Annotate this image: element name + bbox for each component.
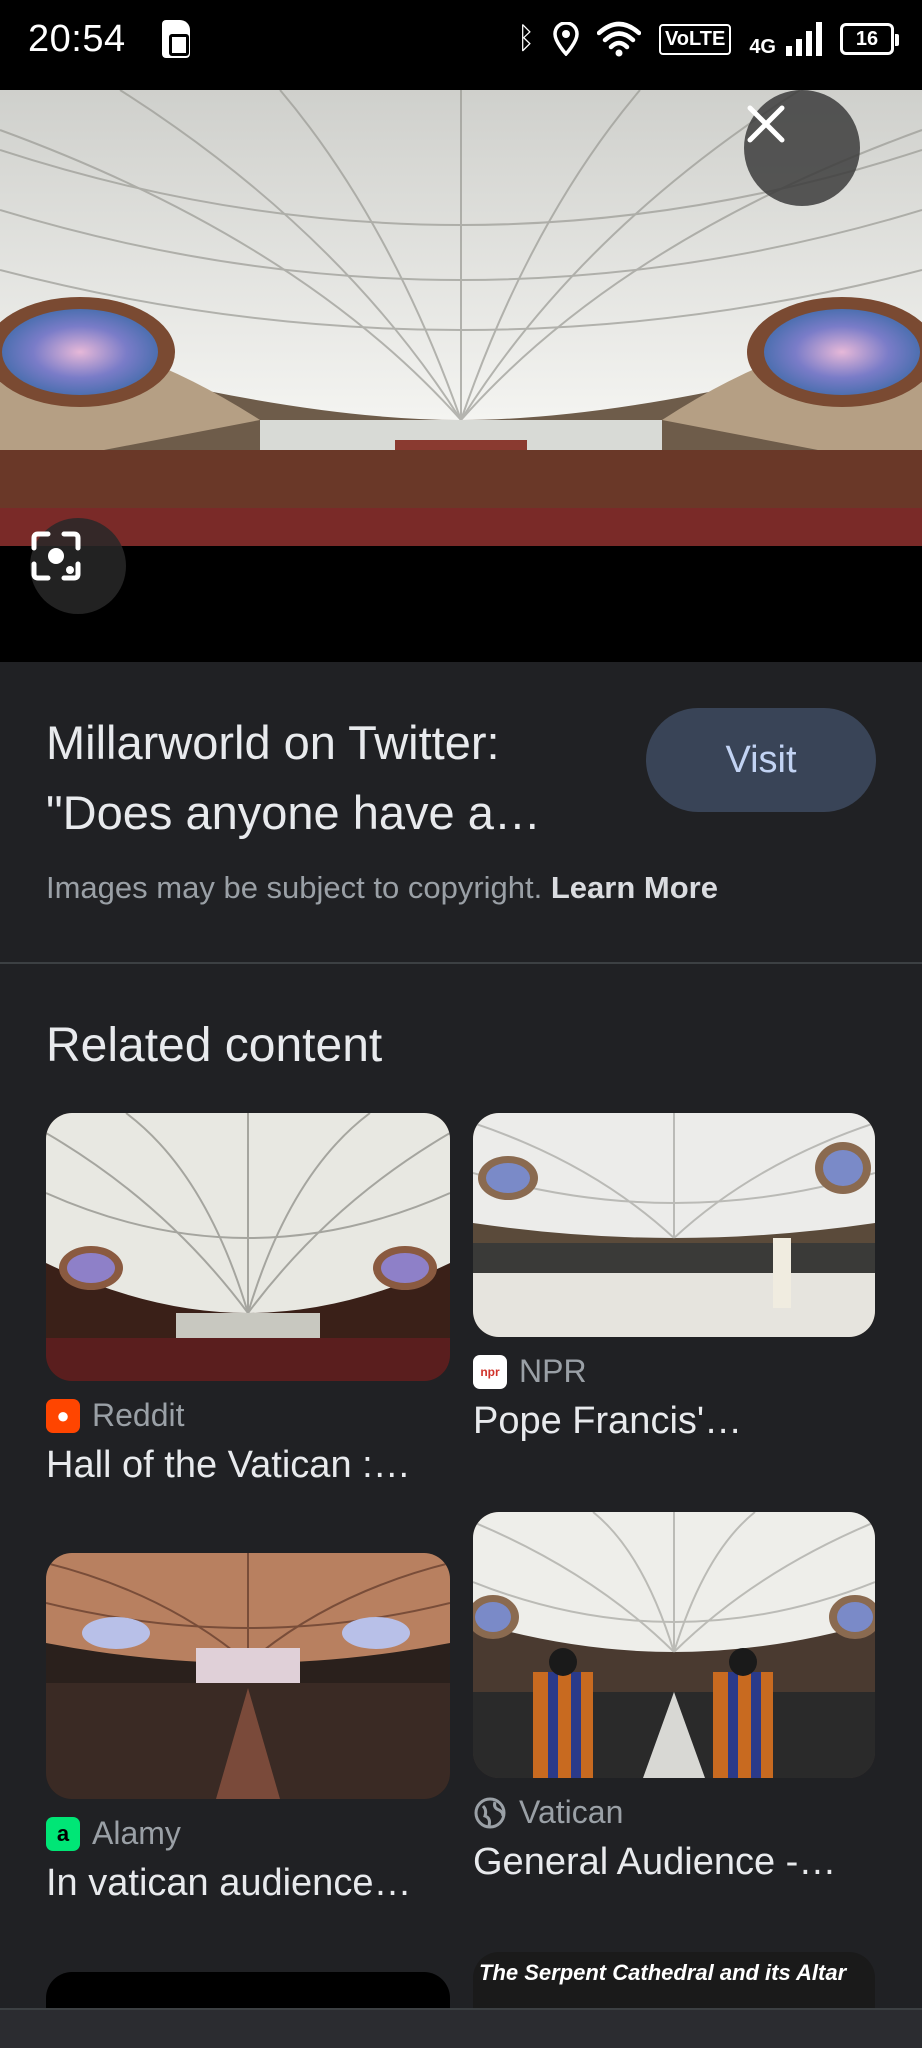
related-source: Vatican <box>473 1794 875 1831</box>
image-viewer <box>0 78 922 662</box>
related-card-alamy[interactable]: a Alamy In vatican audience… <box>46 1553 450 1905</box>
signal-icon <box>786 22 822 56</box>
copyright-notice: Images may be subject to copyright. Lear… <box>46 870 718 906</box>
related-card-npr[interactable]: npr NPR Pope Francis'… <box>473 1113 875 1443</box>
alamy-icon: a <box>46 1816 80 1851</box>
close-icon <box>747 105 785 143</box>
reddit-icon: ● <box>46 1398 80 1433</box>
npr-icon: npr <box>473 1354 507 1389</box>
bottom-navigation-bar <box>0 2008 922 2048</box>
status-bar: 20:54 ᛒ VoLTE 4G 16 <box>0 0 922 78</box>
related-card-partial-left[interactable] <box>46 1972 450 2012</box>
wifi-icon <box>596 21 641 57</box>
image-title[interactable]: Millarworld on Twitter: "Does anyone hav… <box>46 708 606 848</box>
sim-card-icon <box>161 20 190 58</box>
related-thumbnail[interactable] <box>46 1553 450 1799</box>
source-name: Reddit <box>92 1397 185 1433</box>
status-icons: ᛒ VoLTE 4G 16 <box>516 20 899 59</box>
google-lens-icon <box>31 531 81 581</box>
close-button[interactable] <box>744 90 860 206</box>
thumbnail-overlay-text: The Serpent Cathedral and its Altar <box>479 1960 847 1985</box>
related-content-heading: Related content <box>46 1019 383 1072</box>
battery-level: 16 <box>855 27 879 50</box>
lens-button[interactable] <box>30 518 126 614</box>
related-thumbnail[interactable] <box>473 1512 875 1778</box>
volte-badge: VoLTE <box>658 23 732 55</box>
globe-icon <box>474 1797 506 1828</box>
copyright-text: Images may be subject to copyright. <box>46 870 543 905</box>
related-title[interactable]: Hall of the Vatican :… <box>46 1444 450 1487</box>
related-thumbnail[interactable] <box>46 1113 450 1381</box>
related-title[interactable]: Pope Francis'… <box>473 1400 875 1443</box>
source-name: Alamy <box>92 1815 181 1851</box>
status-time: 20:54 <box>28 17 126 60</box>
related-source: npr NPR <box>473 1353 875 1390</box>
location-icon <box>553 22 579 56</box>
visit-button[interactable]: Visit <box>646 708 876 812</box>
battery-icon: 16 <box>840 23 899 55</box>
related-thumbnail[interactable] <box>473 1113 875 1337</box>
related-card-reddit[interactable]: ● Reddit Hall of the Vatican :… <box>46 1113 450 1487</box>
related-title[interactable]: In vatican audience… <box>46 1862 450 1905</box>
bluetooth-icon: ᛒ <box>516 22 535 55</box>
related-source: a Alamy <box>46 1815 450 1852</box>
learn-more-link[interactable]: Learn More <box>551 870 718 905</box>
source-name: Vatican <box>519 1794 624 1830</box>
related-card-serpent[interactable]: The Serpent Cathedral and its Altar <box>473 1952 875 2008</box>
source-name: NPR <box>519 1353 587 1389</box>
related-source: ● Reddit <box>46 1397 450 1434</box>
image-info-panel: Millarworld on Twitter: "Does anyone hav… <box>0 662 922 964</box>
network-type: 4G <box>749 35 776 58</box>
related-title[interactable]: General Audience -… <box>473 1841 875 1884</box>
related-card-vatican[interactable]: Vatican General Audience -… <box>473 1512 875 1884</box>
